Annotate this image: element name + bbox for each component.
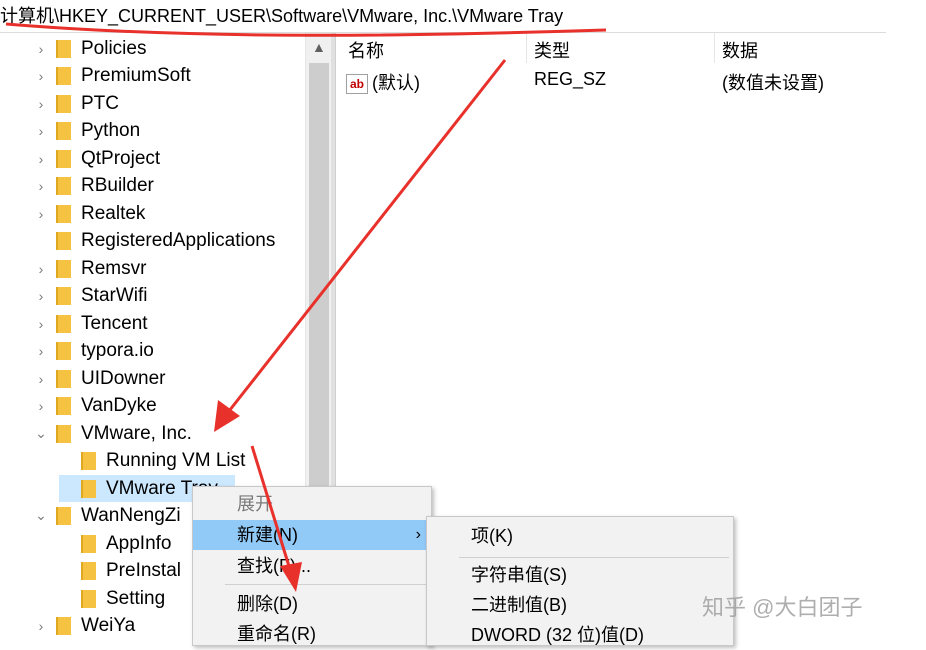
annotation-arrow-line-2 (250, 445, 294, 577)
annotation-arrowhead-2 (280, 562, 302, 592)
annotation-arrowhead (214, 400, 240, 432)
annotation-underline (5, 22, 607, 37)
annotation-arrow-line (220, 59, 507, 421)
annotation-overlay (5, 22, 607, 592)
